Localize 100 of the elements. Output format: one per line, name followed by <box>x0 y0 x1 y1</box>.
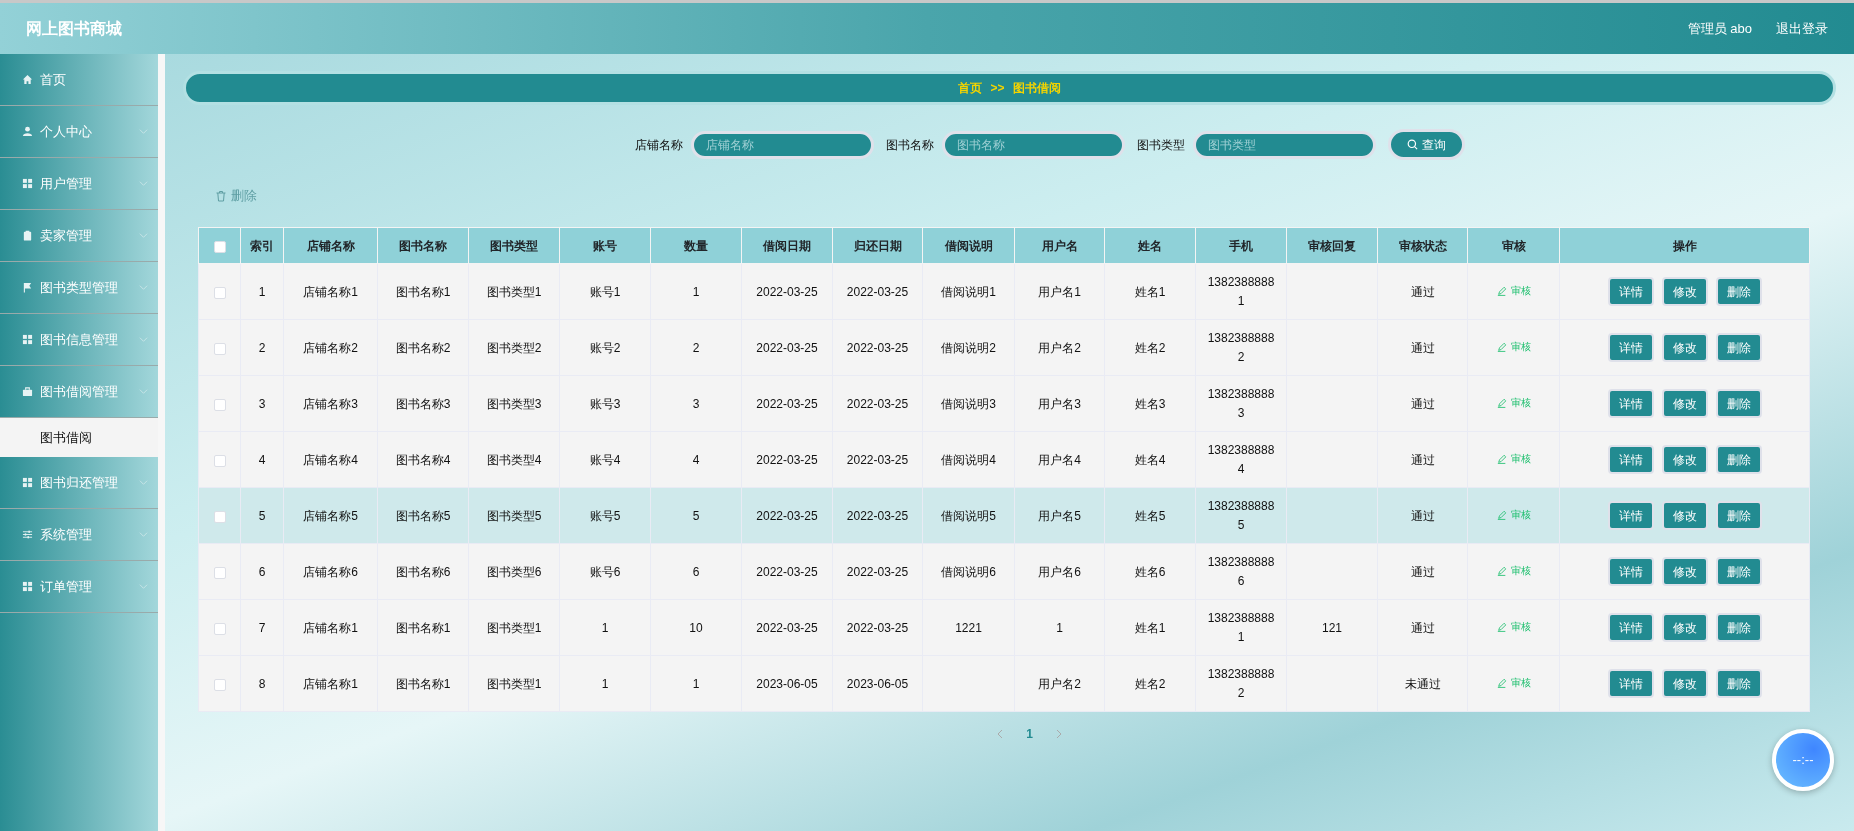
chevron-icon <box>139 387 148 396</box>
table-cell: 4 <box>258 452 266 467</box>
table-cell: 通过 <box>1410 284 1435 299</box>
field-label: 店铺名称 <box>634 136 683 154</box>
table-cell: 3 <box>692 396 700 411</box>
sidebar-item[interactable]: 订单管理 <box>0 561 158 613</box>
delete-button[interactable]: 删除 <box>1715 669 1762 699</box>
search-field[interactable]: 店铺名称 <box>690 130 874 159</box>
select-all-checkbox[interactable] <box>213 240 226 253</box>
delete-button[interactable]: 删除 <box>215 186 257 206</box>
edit-button[interactable]: 修改 <box>1661 501 1708 531</box>
table-cell: 姓名1 <box>1134 284 1166 299</box>
sidebar-item[interactable]: 首页 <box>0 54 158 106</box>
delete-button[interactable]: 删除 <box>1715 445 1762 475</box>
edit-button[interactable]: 修改 <box>1661 669 1708 699</box>
table-cell: 8 <box>258 676 266 691</box>
row-checkbox[interactable] <box>213 678 226 691</box>
table-cell: 1 <box>692 676 700 691</box>
sidebar-item[interactable]: 个人中心 <box>0 106 158 158</box>
table-cell: 借阅说明5 <box>941 508 996 523</box>
table-cell: 姓名6 <box>1134 564 1166 579</box>
sliders-icon <box>22 529 33 540</box>
detail-button[interactable]: 详情 <box>1607 557 1654 587</box>
edit-button[interactable]: 修改 <box>1661 613 1708 643</box>
detail-button[interactable]: 详情 <box>1607 445 1654 475</box>
table-cell: 账号6 <box>589 564 621 579</box>
delete-button[interactable]: 删除 <box>1715 333 1762 363</box>
sidebar-item[interactable]: 图书归还管理 <box>0 457 158 509</box>
table-cell: 借阅说明3 <box>941 396 996 411</box>
delete-button[interactable]: 删除 <box>1715 557 1762 587</box>
table-cell: 图书类型5 <box>486 508 542 523</box>
edit-button[interactable]: 修改 <box>1661 445 1708 475</box>
logout-link[interactable]: 退出登录 <box>1776 18 1828 39</box>
row-checkbox[interactable] <box>213 286 226 299</box>
breadcrumb-separator: >> <box>990 80 1005 97</box>
table-cell: 姓名1 <box>1134 620 1166 635</box>
search-field[interactable]: 图书名称 <box>941 130 1125 159</box>
pencil-icon <box>1496 285 1507 296</box>
table-cell: 图书名称4 <box>395 452 451 467</box>
table-cell: 借阅说明2 <box>941 340 996 355</box>
review-link[interactable]: 审核 <box>1496 339 1531 355</box>
user-label: 管理员 abo <box>1687 19 1752 38</box>
row-checkbox[interactable] <box>213 510 226 523</box>
table-cell: 2022-03-25 <box>846 284 909 299</box>
sidebar-subitem[interactable]: 图书借阅 <box>0 418 158 457</box>
table-cell-text: 13823888883 <box>1207 385 1275 422</box>
row-checkbox[interactable] <box>213 454 226 467</box>
table-cell: 6 <box>258 564 266 579</box>
review-link[interactable]: 审核 <box>1496 451 1531 467</box>
table-cell: 店铺名称1 <box>303 676 358 691</box>
table-cell: 姓名4 <box>1134 452 1166 467</box>
row-checkbox[interactable] <box>213 398 226 411</box>
table-cell: 10 <box>689 620 703 635</box>
delete-button[interactable]: 删除 <box>1715 501 1762 531</box>
search-button[interactable]: 查询 <box>1387 129 1465 160</box>
delete-button[interactable]: 删除 <box>1715 277 1762 307</box>
review-link[interactable]: 审核 <box>1496 675 1531 691</box>
edit-button[interactable]: 修改 <box>1661 389 1708 419</box>
search-field[interactable]: 图书类型 <box>1192 130 1376 159</box>
chevron-right-icon <box>1054 729 1063 740</box>
review-link[interactable]: 审核 <box>1496 395 1531 411</box>
column-header: 审核回复 <box>1286 227 1378 264</box>
review-link[interactable]: 审核 <box>1496 619 1531 635</box>
table-cell: 借阅说明4 <box>941 452 996 467</box>
table-cell: 用户名3 <box>1038 396 1081 411</box>
edit-button[interactable]: 修改 <box>1661 557 1708 587</box>
sidebar-item[interactable]: 用户管理 <box>0 158 158 210</box>
review-link[interactable]: 审核 <box>1496 563 1531 579</box>
detail-button[interactable]: 详情 <box>1607 613 1654 643</box>
table-cell: 5 <box>258 508 266 523</box>
sidebar-item[interactable]: 图书类型管理 <box>0 262 158 314</box>
review-link[interactable]: 审核 <box>1496 283 1531 299</box>
detail-button[interactable]: 详情 <box>1607 389 1654 419</box>
detail-button[interactable]: 详情 <box>1607 669 1654 699</box>
table-cell: 图书名称1 <box>395 676 451 691</box>
detail-button[interactable]: 详情 <box>1607 501 1654 531</box>
table-cell: 2022-03-25 <box>756 396 818 411</box>
delete-button[interactable]: 删除 <box>1715 613 1762 643</box>
sidebar-item[interactable]: 卖家管理 <box>0 210 158 262</box>
table-cell-text: 13823888881 <box>1207 609 1275 646</box>
field-label: 图书类型 <box>1136 136 1185 154</box>
table-cell: 店铺名称1 <box>303 620 358 635</box>
detail-button[interactable]: 详情 <box>1607 333 1654 363</box>
table-cell: 用户名6 <box>1038 564 1081 579</box>
row-checkbox[interactable] <box>213 342 226 355</box>
sidebar-item[interactable]: 系统管理 <box>0 509 158 561</box>
page-number[interactable]: 1 <box>1020 724 1039 745</box>
table-cell: 1 <box>601 676 609 691</box>
detail-button[interactable]: 详情 <box>1607 277 1654 307</box>
row-checkbox[interactable] <box>213 566 226 579</box>
column-header: 店铺名称 <box>283 227 378 264</box>
breadcrumb-link[interactable]: 首页 <box>958 79 983 97</box>
row-checkbox[interactable] <box>213 622 226 635</box>
floating-clock-button[interactable]: --:-- <box>1772 729 1834 791</box>
delete-button[interactable]: 删除 <box>1715 389 1762 419</box>
sidebar-item[interactable]: 图书信息管理 <box>0 314 158 366</box>
table-cell: 7 <box>258 620 266 635</box>
edit-button[interactable]: 修改 <box>1661 333 1708 363</box>
edit-button[interactable]: 修改 <box>1661 277 1708 307</box>
table-cell-text: 13823888884 <box>1207 441 1275 478</box>
